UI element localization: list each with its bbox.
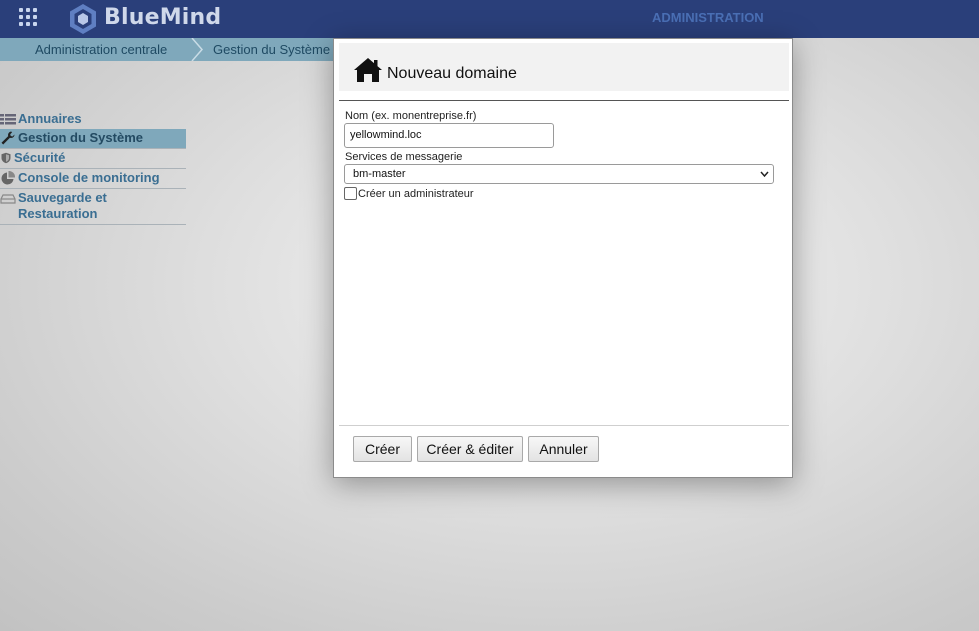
create-admin-label: Créer un administrateur: [358, 188, 474, 200]
header-divider: [339, 100, 789, 101]
sidebar-item-label: Sauvegarde et Restauration: [18, 190, 107, 221]
sidebar-item-console-monitoring[interactable]: Console de monitoring: [0, 169, 186, 189]
apps-grid-icon[interactable]: [19, 8, 37, 26]
domain-name-label: Nom (ex. monentreprise.fr): [345, 110, 477, 122]
footer-divider: [339, 425, 789, 426]
new-domain-dialog: Nouveau domaine Nom (ex. monentreprise.f…: [333, 38, 793, 478]
sidebar-item-label: Console de monitoring: [18, 170, 160, 185]
sidebar-item-gestion-systeme[interactable]: Gestion du Système: [0, 129, 186, 149]
create-admin-checkbox[interactable]: [344, 187, 357, 200]
dialog-title: Nouveau domaine: [387, 65, 517, 82]
mail-services-select[interactable]: bm-master: [344, 164, 774, 184]
bluemind-logo-icon: [70, 4, 96, 34]
create-edit-button[interactable]: Créer & éditer: [417, 436, 523, 462]
sidebar-item-label: Sécurité: [14, 150, 66, 165]
section-title: ADMINISTRATION: [652, 10, 764, 25]
domain-name-input[interactable]: yellowmind.loc: [344, 123, 554, 148]
sidebar-item-sauvegarde[interactable]: Sauvegarde et Restauration: [0, 189, 186, 225]
dialog-header: Nouveau domaine: [339, 43, 789, 91]
list-icon: [0, 114, 16, 125]
pie-chart-icon: [1, 170, 16, 185]
sidebar: Annuaires Gestion du Système Sécurité Co…: [0, 110, 186, 225]
breadcrumb: Administration centrale Gestion du Systè…: [0, 38, 340, 61]
wrench-icon: [1, 131, 15, 145]
sidebar-item-annuaires[interactable]: Annuaires: [0, 110, 186, 129]
home-icon: [354, 58, 382, 82]
cancel-button[interactable]: Annuler: [528, 436, 599, 462]
shield-icon: [1, 152, 11, 164]
mail-services-selected: bm-master: [353, 168, 406, 180]
create-button[interactable]: Créer: [353, 436, 412, 462]
sidebar-item-securite[interactable]: Sécurité: [0, 149, 186, 169]
breadcrumb-item-admin-centrale[interactable]: Administration centrale: [35, 42, 167, 57]
sidebar-item-label: Annuaires: [18, 111, 82, 126]
mail-services-label: Services de messagerie: [345, 151, 463, 163]
app-logo-text: BlueMind: [104, 5, 222, 30]
breadcrumb-item-gestion-systeme[interactable]: Gestion du Système: [213, 42, 330, 57]
drive-icon: [0, 194, 16, 204]
top-bar: BlueMind ADMINISTRATION: [0, 0, 979, 38]
sidebar-item-label: Gestion du Système: [18, 130, 143, 145]
breadcrumb-chevron-icon: [191, 38, 203, 61]
chevron-down-icon: [760, 171, 769, 178]
